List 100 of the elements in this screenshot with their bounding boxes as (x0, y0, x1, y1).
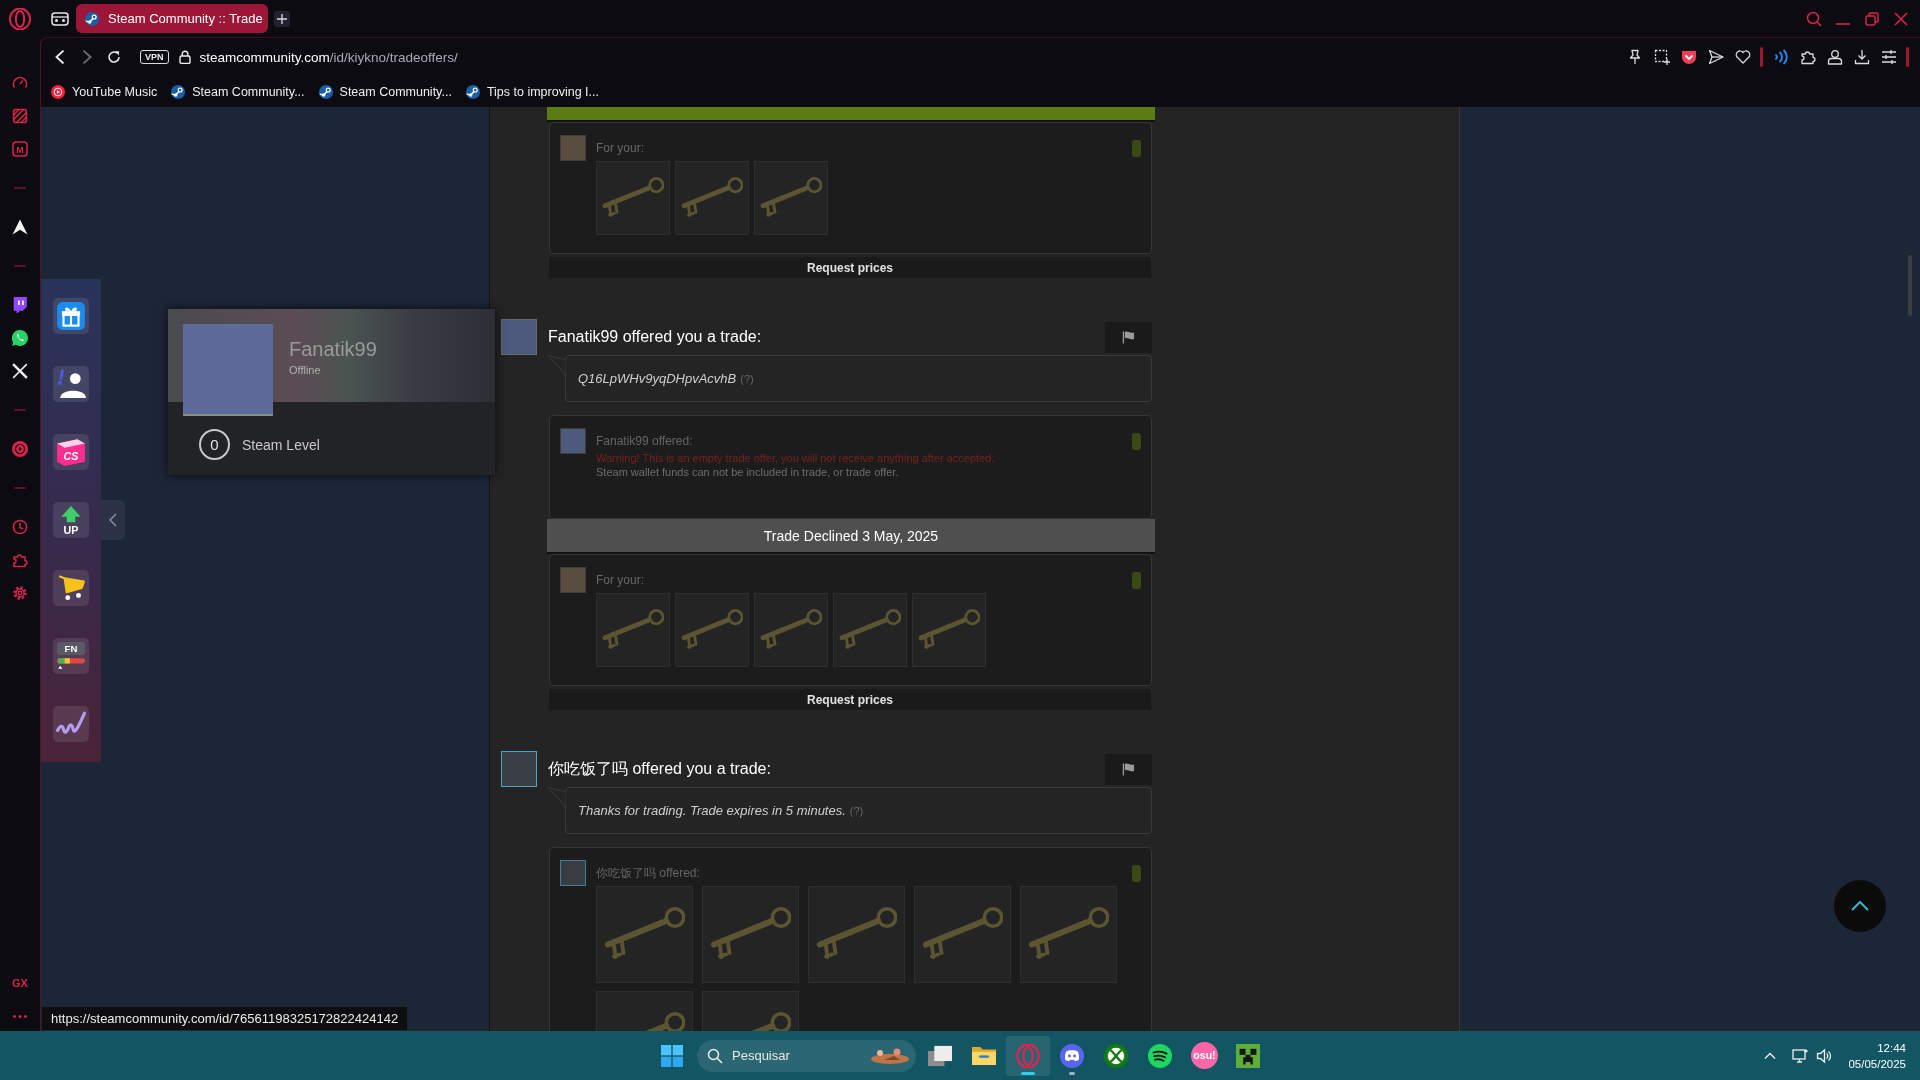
heart-icon (1734, 49, 1751, 65)
key-item-icon[interactable] (912, 593, 986, 667)
more-icon (13, 1014, 27, 1018)
speaker-icon (1816, 1047, 1833, 1064)
creeper-icon (1236, 1043, 1260, 1068)
key-item-icon[interactable] (596, 161, 670, 235)
bookmark-link[interactable]: YouTube Music (51, 84, 158, 99)
person-icon (1826, 49, 1843, 65)
bookmark-link[interactable]: Steam Community... (171, 84, 305, 99)
chevron-left-icon (109, 513, 117, 527)
profile-name: Fanatik99 (289, 338, 377, 361)
key-item-icon[interactable] (833, 593, 907, 667)
steam-logo-icon (465, 84, 480, 99)
note-text: Steam wallet funds can not be included in trade, or trade offer. (596, 465, 900, 479)
clock-icon (12, 519, 28, 535)
shield-chevron-icon (1680, 49, 1697, 65)
sliders-icon (1880, 49, 1897, 65)
offer-label: For your: (596, 572, 645, 589)
key-item-icon[interactable] (675, 161, 749, 235)
profile-status: Offline (289, 364, 322, 376)
settings-icon (12, 585, 28, 601)
extension-button[interactable] (53, 298, 89, 334)
address-field[interactable]: steamcommunity.com/id/kiykno/tradeoffers/ (178, 44, 1621, 70)
status-indicator-icon (1132, 572, 1141, 589)
windows-logo-icon (661, 1044, 683, 1067)
flag-icon (1122, 330, 1135, 344)
flag-icon (1122, 762, 1135, 776)
message-text: Thanks for trading. Trade expires in 5 minutes. (578, 803, 846, 818)
opera-logo-icon (9, 7, 31, 30)
report-button[interactable] (1105, 321, 1152, 353)
paper-plane-icon (1707, 49, 1724, 65)
key-item-icon[interactable] (596, 886, 693, 983)
sidebar-button[interactable]: M (0, 132, 40, 166)
key-item-icon[interactable] (702, 886, 799, 983)
request-prices-button[interactable]: Request prices (549, 257, 1151, 278)
key-item-icon[interactable] (808, 886, 905, 983)
warning-text: Warning! This is an empty trade offer, you will not receive anything after accepted. (596, 451, 996, 465)
xbox-icon (1104, 1043, 1128, 1068)
shopping-cart-icon (56, 573, 86, 603)
bookmark-link[interactable]: Steam Community... (318, 84, 452, 99)
collapse-button[interactable] (101, 500, 125, 540)
key-item-icon[interactable] (596, 593, 670, 667)
whatsapp-icon (12, 330, 28, 346)
bookmark-link[interactable]: Tips to improving I... (465, 84, 599, 99)
chevron-up-icon (1851, 901, 1869, 911)
status-banner: Trade Declined 3 May, 2025 (547, 519, 1155, 554)
level-badge: 0 (199, 429, 230, 460)
task-view-icon (928, 1043, 952, 1068)
gx-corner-button[interactable]: GX (12, 968, 28, 998)
extension-button[interactable] (53, 570, 89, 606)
restore-icon (1864, 11, 1879, 26)
monitor-icon (1792, 1047, 1809, 1064)
twitch-icon (12, 297, 28, 313)
extension-button[interactable] (53, 366, 89, 402)
vpn-button[interactable]: VPN (140, 50, 169, 64)
status-indicator-icon (1132, 433, 1141, 450)
new-tab-button[interactable] (274, 10, 290, 27)
steam-logo-icon (318, 84, 333, 99)
taskbar-app-button[interactable] (1006, 1035, 1050, 1076)
level-label: Steam Level (242, 436, 320, 453)
minimize-icon (1835, 22, 1850, 25)
gamepad-icon (51, 11, 69, 26)
search-icon (707, 1047, 723, 1064)
search-icon (1805, 10, 1822, 27)
key-item-icon[interactable] (675, 593, 749, 667)
extension-button[interactable] (53, 706, 89, 742)
clock-button[interactable]: 12:44 05/05/2025 (1844, 1039, 1910, 1072)
dashed-square-plus-icon (1653, 49, 1670, 65)
offer-label: For your: (596, 140, 645, 157)
puzzle-icon (1799, 49, 1816, 65)
scrollbar-thumb[interactable] (1908, 255, 1912, 316)
steam-logo-icon (171, 84, 186, 99)
offer-label: Fanatik99 offered: (596, 433, 694, 450)
browser-tab[interactable]: Steam Community :: Trade (76, 4, 268, 33)
key-item-icon[interactable] (754, 161, 828, 235)
report-button[interactable] (1105, 753, 1152, 785)
osu-icon: osu! (1190, 1042, 1218, 1069)
triangle-logo-icon (12, 219, 28, 235)
key-item-icon[interactable] (1020, 886, 1117, 983)
status-indicator-icon (1132, 140, 1141, 157)
offer-label: 你吃饭了吗 offered: (596, 865, 701, 882)
avatar-photo (560, 567, 586, 593)
lock-icon (178, 50, 191, 64)
offer-title: Fanatik99 offered you a trade: (548, 328, 762, 346)
opera-logo-icon (1016, 1043, 1040, 1068)
youtube-music-icon (51, 84, 65, 99)
avatar-photo (560, 135, 586, 161)
discord-icon (1060, 1043, 1084, 1068)
close-icon (1893, 11, 1908, 26)
person-alert-icon (56, 369, 86, 399)
avatar-photo[interactable] (501, 751, 537, 787)
key-item-icon[interactable] (754, 593, 828, 667)
puzzle-icon (12, 552, 28, 568)
download-icon (1853, 49, 1870, 65)
reload-icon (106, 50, 121, 64)
steam-logo-icon (85, 11, 99, 26)
illustration-icon (870, 1046, 910, 1065)
request-prices-button[interactable]: Request prices (549, 689, 1151, 710)
offer-title: 你吃饭了吗 offered you a trade: (548, 758, 771, 779)
key-item-icon[interactable] (914, 886, 1011, 983)
